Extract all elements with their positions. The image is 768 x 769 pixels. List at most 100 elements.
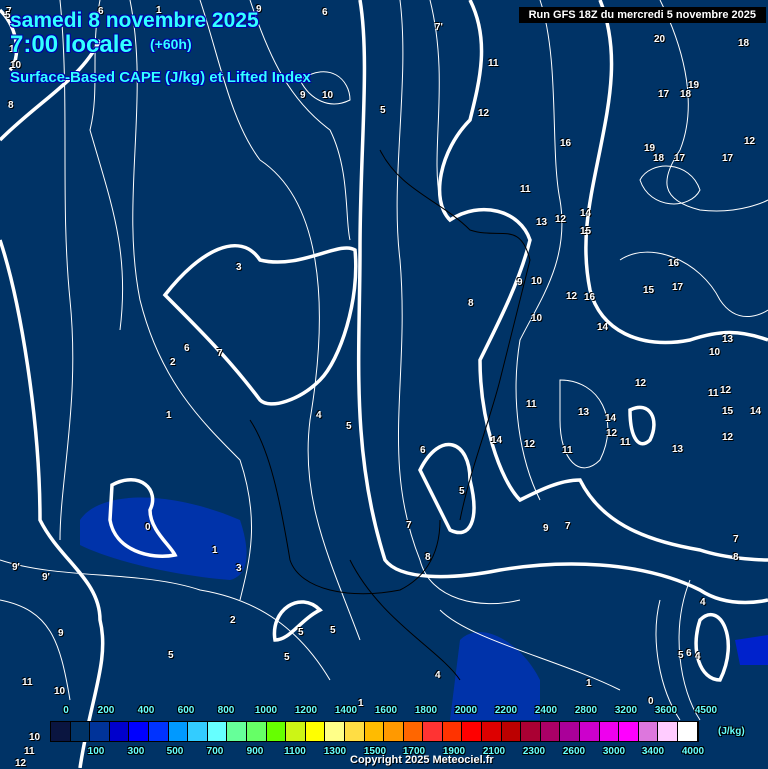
contour-label: 14: [580, 208, 592, 219]
legend-swatch: [482, 722, 502, 741]
contour-label: 3: [236, 262, 242, 273]
legend-unit: (J/kg): [718, 726, 745, 737]
legend-swatch: [462, 722, 483, 741]
contour-label: 11: [24, 746, 35, 757]
contour-label: 12: [478, 108, 490, 119]
legend-swatch: [266, 722, 287, 741]
legend-tick-top: 4500: [694, 705, 718, 716]
contour-label: 4: [695, 651, 701, 662]
contour-label: 5: [330, 625, 336, 636]
legend-swatch: [188, 722, 208, 741]
legend-tick-top: 2400: [534, 705, 558, 716]
legend-swatch: [109, 722, 130, 741]
contour-label: 4: [435, 670, 441, 681]
legend-swatch: [619, 722, 639, 741]
legend-swatch: [70, 722, 91, 741]
contour-label: 12: [606, 428, 618, 439]
legend-tick-bottom: 1100: [284, 746, 306, 757]
contour-label: 7: [565, 521, 571, 532]
legend-swatch: [364, 722, 385, 741]
contour-label: 11: [520, 184, 531, 195]
legend-swatch: [325, 722, 345, 741]
legend-tick-bottom: 2300: [522, 746, 546, 757]
contour-label: 9: [543, 523, 549, 534]
legend-tick-top: 1400: [334, 705, 358, 716]
contour-label: 6: [686, 648, 692, 659]
legend-swatch: [678, 722, 698, 741]
contour-label: 17: [674, 153, 686, 164]
contour-label: 9': [42, 572, 50, 583]
contour-label: 12: [555, 214, 567, 225]
parameter-title: Surface-Based CAPE (J/kg) et Lifted Inde…: [10, 69, 311, 86]
contour-label: 14: [597, 322, 609, 333]
legend-swatch: [423, 722, 443, 741]
contour-label: 6: [184, 343, 190, 354]
legend-tick-top: 1200: [294, 705, 318, 716]
contour-label: 10: [709, 347, 721, 358]
contour-label: 16: [668, 258, 680, 269]
contour-label: 8: [8, 100, 14, 111]
contour-label: 6: [322, 7, 328, 18]
legend-swatch: [129, 722, 149, 741]
legend-tick-bottom: 2600: [562, 746, 586, 757]
legend-tick-top: 3600: [654, 705, 678, 716]
legend-swatch: [227, 722, 247, 741]
legend-swatch: [90, 722, 110, 741]
contour-label: 15: [580, 226, 592, 237]
contour-label: 13: [578, 407, 590, 418]
legend-swatch: [286, 722, 306, 741]
contour-label: 1: [586, 678, 592, 689]
color-legend: [50, 721, 699, 742]
contour-label: 2: [230, 615, 236, 626]
contour-label: 8: [425, 552, 431, 563]
contour-label: 3: [236, 563, 242, 574]
contour-label: 12: [566, 291, 578, 302]
low-cape-area: [735, 635, 768, 665]
legend-tick-top: 3200: [614, 705, 638, 716]
legend-tick-top: 1600: [374, 705, 398, 716]
contour-label: 15: [722, 406, 734, 417]
contour-label: 8: [468, 298, 474, 309]
contour-label: 9': [12, 562, 20, 573]
contour-label: 18: [680, 89, 692, 100]
legend-tick-top: 1000: [254, 705, 278, 716]
contour-label: 9: [58, 628, 64, 639]
legend-swatch: [521, 722, 541, 741]
contour-label: 18: [738, 38, 750, 49]
legend-tick-bottom: 3400: [641, 746, 665, 757]
contour-label: 0: [145, 522, 151, 533]
contour-label: 5: [380, 105, 386, 116]
legend-swatch: [384, 722, 404, 741]
legend-swatch: [501, 722, 522, 741]
legend-tick-bottom: 500: [166, 746, 184, 757]
forecast-date: samedi 8 novembre 2025: [10, 9, 259, 32]
legend-swatch: [560, 722, 581, 741]
contour-label: 12: [15, 758, 27, 769]
legend-swatch: [599, 722, 620, 741]
forecast-time: 7:00 locale: [10, 31, 133, 58]
contour-label: 5: [284, 652, 290, 663]
contour-label: 17: [672, 282, 684, 293]
contour-label: 6: [420, 445, 426, 456]
copyright: Copyright 2025 Meteociel.fr: [350, 754, 494, 766]
contour-label: 2: [170, 357, 176, 368]
contour-label: 11: [22, 677, 33, 688]
legend-tick-bottom: 100: [87, 746, 105, 757]
contour-label: 12: [722, 432, 734, 443]
contour-label: 11: [708, 388, 719, 399]
contour-label: 17: [722, 153, 734, 164]
legend-tick-bottom: 700: [206, 746, 224, 757]
contour-label: 15: [643, 285, 655, 296]
contour-label: 7: [406, 520, 412, 531]
contour-label: 11: [562, 445, 573, 456]
contour-label: 14: [605, 413, 617, 424]
contour-label: 14: [750, 406, 762, 417]
contour-label: 4: [700, 597, 706, 608]
contour-label: 7': [435, 22, 443, 33]
legend-tick-top: 400: [137, 705, 155, 716]
contour-label: 10: [531, 276, 543, 287]
legend-swatch: [442, 722, 463, 741]
contour-label: 12: [744, 136, 756, 147]
contour-label: 16: [560, 138, 572, 149]
legend-tick-top: 600: [177, 705, 195, 716]
